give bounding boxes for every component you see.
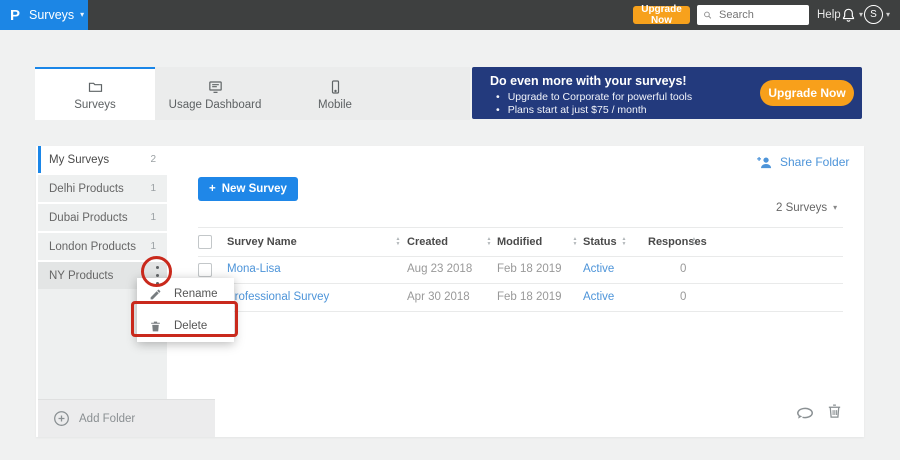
- folder-count: 1: [150, 241, 156, 252]
- share-folder-link[interactable]: Share Folder: [756, 155, 849, 169]
- folder-name: NY Products: [49, 269, 114, 282]
- survey-name-link[interactable]: Mona-Lisa: [227, 263, 281, 275]
- surveys-count-dropdown[interactable]: 2 Surveys ▾: [776, 202, 837, 214]
- folder-icon: [88, 82, 102, 92]
- notifications-menu[interactable]: ▾: [841, 7, 863, 23]
- created-cell: Apr 30 2018: [407, 291, 470, 303]
- status-badge[interactable]: Active: [583, 291, 614, 303]
- plus-icon: +: [209, 183, 216, 195]
- sort-icon[interactable]: ▲ ▼: [620, 237, 628, 246]
- sort-icon[interactable]: ▲ ▼: [394, 237, 402, 246]
- folder-name: Delhi Products: [49, 182, 124, 195]
- column-header-status[interactable]: Status: [583, 236, 617, 248]
- chevron-down-icon: ▾: [833, 203, 838, 212]
- tab-label: Usage Dashboard: [168, 98, 262, 111]
- bullet-icon: •: [496, 104, 500, 116]
- plus-circle-icon: [54, 411, 69, 426]
- pencil-icon: [150, 289, 161, 299]
- folder-name: My Surveys: [49, 153, 110, 166]
- folder-count: 1: [150, 183, 156, 194]
- product-name: Surveys: [29, 8, 75, 22]
- column-header-modified[interactable]: Modified: [497, 236, 542, 248]
- responses-cell: 0: [680, 291, 687, 303]
- row-checkbox[interactable]: [198, 263, 212, 277]
- search-box[interactable]: [697, 5, 809, 25]
- promo-banner: Do even more with your surveys! • Upgrad…: [472, 67, 862, 119]
- folder-item-dubai-products[interactable]: Dubai Products 1: [38, 204, 167, 231]
- annotation-circle: [141, 256, 172, 287]
- banner-upgrade-button[interactable]: Upgrade Now: [760, 80, 854, 106]
- folder-name: London Products: [49, 240, 136, 253]
- table-border: [198, 227, 843, 228]
- bell-icon: [842, 8, 855, 22]
- created-cell: Aug 23 2018: [407, 263, 473, 275]
- survey-name-link[interactable]: Professional Survey: [227, 291, 329, 303]
- table-border: [198, 311, 843, 312]
- folder-item-london-products[interactable]: London Products 1: [38, 233, 167, 260]
- folder-count: 2: [150, 154, 156, 165]
- search-input[interactable]: [717, 8, 803, 22]
- share-person-icon: [757, 156, 772, 169]
- new-survey-button[interactable]: + New Survey: [198, 177, 298, 201]
- annotation-rectangle: [131, 301, 238, 337]
- tab-label: Mobile: [318, 98, 352, 111]
- search-icon: [704, 11, 712, 19]
- tab-surveys[interactable]: Surveys: [35, 67, 155, 120]
- chevron-down-icon: ▾: [80, 10, 85, 19]
- menu-item-label: Rename: [174, 288, 218, 300]
- avatar: S: [864, 5, 883, 24]
- restore-button[interactable]: [795, 404, 815, 425]
- banner-bullets: • Upgrade to Corporate for powerful tool…: [496, 91, 692, 117]
- chevron-down-icon: ▾: [886, 9, 891, 19]
- trash-button[interactable]: [826, 402, 843, 426]
- sort-icon[interactable]: ▲ ▼: [571, 237, 579, 246]
- main-tabs: Surveys Usage Dashboard Mobile: [35, 67, 470, 120]
- restore-icon: [797, 407, 813, 419]
- banner-bullet-text: Plans start at just $75 / month: [507, 104, 647, 116]
- tab-mobile[interactable]: Mobile: [275, 67, 395, 120]
- app-logo[interactable]: P Surveys ▾: [0, 0, 88, 30]
- modified-cell: Feb 18 2019: [497, 263, 562, 275]
- topbar: P Surveys ▾ Upgrade Now Help ▾ S ▾: [0, 0, 900, 30]
- chevron-down-icon: ▾: [859, 10, 864, 19]
- dashboard-icon: [208, 80, 222, 93]
- upgrade-now-button[interactable]: Upgrade Now: [633, 4, 690, 26]
- tab-label: Surveys: [74, 98, 116, 111]
- folder-name: Dubai Products: [49, 211, 128, 224]
- column-header-created[interactable]: Created: [407, 236, 448, 248]
- responses-cell: 0: [680, 263, 687, 275]
- folder-item-delhi-products[interactable]: Delhi Products 1: [38, 175, 167, 202]
- sort-icon[interactable]: ▲ ▼: [690, 237, 698, 246]
- add-folder-label: Add Folder: [79, 412, 136, 425]
- bullet-icon: •: [496, 91, 500, 103]
- add-folder-button[interactable]: Add Folder: [38, 399, 215, 437]
- sort-icon[interactable]: ▲ ▼: [485, 237, 493, 246]
- table-border: [198, 256, 843, 257]
- table-border: [198, 283, 843, 284]
- new-survey-label: New Survey: [221, 183, 287, 195]
- folder-count: 1: [150, 212, 156, 223]
- help-link[interactable]: Help: [817, 9, 841, 21]
- account-menu[interactable]: S ▾: [864, 5, 890, 24]
- trash-icon: [828, 404, 841, 418]
- status-badge[interactable]: Active: [583, 263, 614, 275]
- surveys-count-label: 2 Surveys: [776, 202, 828, 214]
- banner-title: Do even more with your surveys!: [490, 74, 687, 88]
- proprofs-logo-icon: P: [10, 6, 21, 24]
- mobile-icon: [331, 79, 339, 94]
- share-folder-label: Share Folder: [780, 155, 850, 169]
- tab-usage-dashboard[interactable]: Usage Dashboard: [155, 67, 275, 120]
- modified-cell: Feb 18 2019: [497, 291, 562, 303]
- select-all-checkbox[interactable]: [198, 235, 212, 249]
- column-header-survey-name[interactable]: Survey Name: [227, 236, 297, 248]
- banner-bullet-text: Upgrade to Corporate for powerful tools: [507, 91, 693, 103]
- folder-item-my-surveys[interactable]: My Surveys 2: [38, 146, 167, 173]
